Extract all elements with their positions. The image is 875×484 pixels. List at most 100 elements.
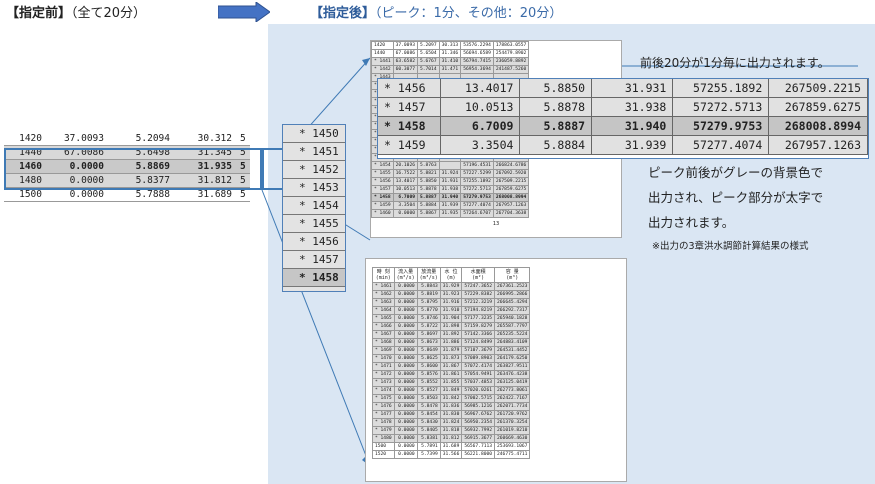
table-row: * 1462 0.0000 5.8819 31.923 57229.8382 266995…	[372, 290, 531, 299]
table-cell: 5.7891	[416, 442, 441, 451]
zoom-id-list: * 1450 * 1451 * 1452 * 1453 * 1454 * 1455 * 14…	[282, 124, 346, 292]
table-cell: * 1442	[371, 65, 394, 74]
table-cell: 57272.5713	[672, 97, 770, 117]
column-header: 水 位 (m)	[439, 267, 463, 283]
table-cell: 0.0000	[393, 282, 418, 291]
table-cell: 31.873	[439, 354, 463, 363]
table-cell: 31.410	[438, 57, 462, 66]
table-cell: 0.0000	[393, 378, 418, 387]
table-cell: 57255.1892	[672, 79, 770, 98]
table-row: * 1459 3.3504 5.8884 31.939 57277.4074 267957…	[371, 201, 530, 210]
table-cell: 57159.8279	[461, 322, 496, 331]
table-row: * 1457 10.0513 5.8878 31.938 57272.5713 26785…	[371, 185, 530, 194]
table-cell: 0.0000	[393, 330, 418, 339]
table-cell: 31.879	[439, 346, 463, 355]
table-cell: * 1455	[371, 169, 394, 178]
note-line-1: ピーク前後がグレーの背景色で	[648, 165, 824, 180]
list-item: * 1458	[283, 269, 345, 287]
table-cell: 67.0086	[392, 49, 418, 58]
table-cell: 31.898	[439, 322, 463, 331]
table-row: * 1473 0.0000 5.8552 31.855 57037.4853 263125…	[372, 378, 531, 387]
table-row: * 1465 0.0000 5.8746 31.904 57177.3235 265940…	[372, 314, 531, 323]
table-cell: 31.861	[439, 370, 463, 379]
table-row: * 1475 0.0000 5.8503 31.842 57002.5715 262422…	[372, 394, 531, 403]
table-cell: 6.7009	[392, 193, 418, 202]
table-cell: 261370.3254	[494, 418, 531, 427]
table-cell: 263125.0419	[494, 378, 531, 387]
list-item: * 1459	[283, 287, 345, 291]
table-cell: 57194.8219	[461, 306, 496, 315]
table-cell: 57227.5299	[460, 169, 494, 178]
table-cell: 261720.9762	[494, 410, 531, 419]
column-header: 放流量 (m³/s)	[416, 267, 441, 283]
table-cell: 57037.4853	[461, 378, 496, 387]
table-row: * 1463 0.0000 5.8795 31.916 57212.3219 266645…	[372, 298, 531, 307]
table-cell: 266995.2866	[494, 290, 531, 299]
zoom-table: * 1456 13.4017 5.8850 31.931 57255.1892 26750…	[378, 79, 868, 155]
table-cell: 5.6504	[416, 49, 440, 58]
table-cell: 267957.1263	[492, 201, 530, 210]
table-cell: 57264.6707	[460, 209, 494, 218]
table-cell: 0.0000	[393, 402, 418, 411]
table-cell: 5.8878	[519, 97, 593, 117]
table-row: * 1456 13.4017 5.8850 31.931 57255.1892 26750…	[378, 79, 868, 98]
table-cell: 0.0000	[393, 298, 418, 307]
table-cell: 57054.9491	[461, 370, 496, 379]
table-cell: 1520	[372, 450, 395, 459]
table-cell: * 1459	[378, 135, 442, 155]
table-cell: 31.855	[439, 378, 463, 387]
table-cell: * 1467	[372, 330, 395, 339]
table-cell: 56932.7992	[461, 426, 496, 435]
table-cell: 262071.7734	[494, 402, 531, 411]
table-cell: 5.8850	[519, 79, 593, 98]
table-cell: 267704.3638	[492, 209, 530, 218]
table-cell: 31.867	[439, 362, 463, 371]
table-cell: 57255.1892	[460, 177, 494, 186]
table-cell: 0.0000	[393, 290, 418, 299]
table-cell: 265940.1828	[494, 314, 531, 323]
table-cell: 56954.3694	[460, 65, 494, 74]
table-cell: 5.8697	[416, 330, 441, 339]
list-item: * 1450	[283, 125, 345, 143]
table-row: * 1470 0.0000 5.8625 31.873 57089.8903 264179…	[372, 354, 531, 363]
table-cell: 5.8381	[416, 434, 441, 443]
table-cell: 265235.5224	[494, 330, 531, 339]
list-item: * 1457	[283, 251, 345, 269]
table-cell: 56967.6762	[461, 410, 496, 419]
table-cell: 267957.1263	[768, 135, 868, 155]
table-cell: * 1468	[372, 338, 395, 347]
table-cell: 266645.4294	[494, 298, 531, 307]
table-cell: 57107.3679	[461, 346, 496, 355]
table-cell: 31.939	[591, 135, 674, 155]
table-cell: 0.0000	[393, 410, 418, 419]
table-row: * 1442 60.3077 5.7014 31.471 56954.3694 24148…	[371, 65, 530, 74]
table-cell: 5.8454	[416, 410, 441, 419]
table-cell: 260669.4630	[494, 434, 531, 443]
table-cell: 57272.5713	[460, 185, 494, 194]
table-cell: 57089.8903	[461, 354, 496, 363]
table-cell: 5.8878	[416, 185, 440, 194]
table-cell: * 1476	[372, 402, 395, 411]
table-cell: 5.8887	[416, 193, 440, 202]
table-cell: 5.8576	[416, 370, 441, 379]
table-cell: * 1456	[378, 79, 442, 98]
table-cell: 5.8763	[416, 161, 440, 170]
table-row: * 1476 0.0000 5.8478 31.836 56985.1216 262071…	[372, 402, 531, 411]
table-row: 1440 67.0086 5.6504 31.346 56694.6589 254479.…	[371, 49, 530, 58]
table-cell: 31.939	[438, 201, 462, 210]
table-cell: 56950.2354	[461, 418, 496, 427]
table-cell: * 1473	[372, 378, 395, 387]
page-number: 13	[492, 221, 500, 227]
table-cell: 31.931	[438, 177, 462, 186]
table-cell: 0.0000	[392, 209, 418, 218]
table-cell: 264531.4452	[494, 346, 531, 355]
table-row: * 1460 0.0000 5.8867 31.935 57264.6707 267704…	[371, 209, 530, 218]
table-cell: 5.8795	[416, 298, 441, 307]
table-cell: 5.8478	[416, 402, 441, 411]
table-cell: 5.7399	[416, 450, 441, 459]
table-cell: 63.6582	[392, 57, 418, 66]
table-row: * 1478 0.0000 5.8430 31.824 56950.2354 261370…	[372, 418, 531, 427]
table-cell: * 1474	[372, 386, 395, 395]
table-cell: * 1457	[371, 185, 394, 194]
table-row: * 1457 10.0513 5.8878 31.938 57272.5713 26785…	[378, 97, 868, 117]
